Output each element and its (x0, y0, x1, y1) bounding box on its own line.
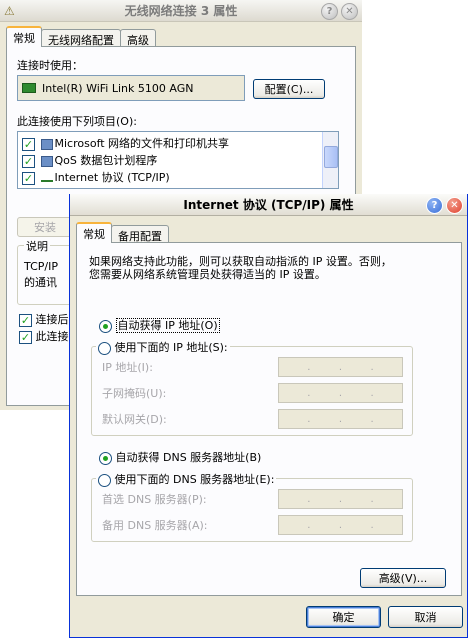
gateway-field[interactable]: ... (278, 409, 403, 429)
show-icon-checkbox-row[interactable]: ✓ 连接后 (19, 311, 69, 327)
radio-manual-dns[interactable] (98, 473, 111, 487)
back-window-title: 无线网络连接 3 属性 (124, 4, 238, 18)
radio-auto-ip-label: 自动获得 IP 地址(O) (115, 318, 220, 333)
radio-manual-dns-label: 使用下面的 DNS 服务器地址(E): (114, 473, 275, 486)
advanced-button[interactable]: 高级(V)... (360, 568, 446, 588)
list-item[interactable]: ✓ Microsoft 网络的文件和打印机共享 (22, 135, 229, 151)
item-label: Microsoft 网络的文件和打印机共享 (54, 137, 230, 150)
ip-address-field[interactable]: ... (278, 357, 403, 377)
radio-auto-ip[interactable] (99, 319, 112, 333)
item-label: QoS 数据包计划程序 (54, 154, 158, 167)
help-icon[interactable]: ? (321, 3, 338, 20)
radio-manual-ip-row[interactable]: 使用下面的 IP 地址(S): (96, 339, 230, 355)
item-checkbox[interactable]: ✓ (22, 154, 35, 168)
tab-general[interactable]: 常规 (6, 26, 42, 47)
adapter-name: Intel(R) WiFi Link 5100 AGN (42, 81, 194, 95)
alternate-dns-field[interactable]: ... (278, 515, 403, 535)
tcpip-properties-window: Internet 协议 (TCP/IP) 属性 ? ✕ 常规 备用配置 如果网络… (69, 194, 468, 638)
description-text-1: TCP/IP (24, 260, 58, 273)
notify-checkbox[interactable]: ✓ (19, 330, 32, 344)
show-icon-checkbox[interactable]: ✓ (19, 313, 32, 327)
list-scrollbar[interactable] (322, 132, 338, 188)
front-tabs: 常规 备用配置 (76, 222, 169, 243)
qos-icon (40, 155, 53, 167)
tab-alternate-config[interactable]: 备用配置 (111, 225, 169, 243)
share-icon (40, 138, 53, 150)
alternate-dns-label: 备用 DNS 服务器(A): (102, 519, 208, 532)
manual-dns-group: 使用下面的 DNS 服务器地址(E): 首选 DNS 服务器(P): ... 备… (91, 471, 413, 542)
list-item[interactable]: ✓ Internet 协议 (TCP/IP) (22, 169, 170, 185)
protocol-icon (40, 174, 53, 182)
intro-line-2: 您需要从网络系统管理员处获得适当的 IP 设置。 (89, 268, 326, 281)
scrollbar-thumb[interactable] (324, 146, 338, 168)
items-label: 此连接使用下列项目(O): (17, 115, 137, 128)
radio-auto-dns[interactable] (99, 451, 112, 465)
manual-ip-group: 使用下面的 IP 地址(S): IP 地址(I): ... 子网掩码(U): .… (91, 339, 413, 436)
install-button[interactable]: 安装 (17, 217, 73, 237)
connect-using-label: 连接时使用： (17, 59, 83, 72)
item-label: Internet 协议 (TCP/IP) (54, 171, 170, 184)
gateway-label: 默认网关(D): (102, 413, 167, 426)
components-list[interactable]: ✓ Microsoft 网络的文件和打印机共享 ✓ QoS 数据包计划程序 ✓ … (17, 131, 339, 189)
close-icon[interactable]: ✕ (341, 3, 358, 20)
preferred-dns-label: 首选 DNS 服务器(P): (102, 493, 207, 506)
network-icon: ⚠ (4, 4, 15, 18)
description-text-2: 的通讯 (24, 276, 57, 289)
subnet-field[interactable]: ... (278, 383, 403, 403)
close-icon[interactable]: ✕ (446, 197, 463, 214)
notify-checkbox-label: 此连接 (35, 330, 69, 343)
item-checkbox[interactable]: ✓ (22, 137, 35, 151)
preferred-dns-field[interactable]: ... (278, 489, 403, 509)
ok-button[interactable]: 确定 (306, 606, 381, 628)
tab-general[interactable]: 常规 (76, 222, 112, 243)
tab-advanced[interactable]: 高级 (120, 29, 156, 47)
front-window-title: Internet 协议 (TCP/IP) 属性 (183, 198, 354, 212)
adapter-box: Intel(R) WiFi Link 5100 AGN (17, 75, 245, 101)
radio-manual-ip[interactable] (98, 341, 111, 355)
radio-manual-ip-label: 使用下面的 IP 地址(S): (114, 341, 228, 354)
radio-auto-ip-row[interactable]: 自动获得 IP 地址(O) (99, 317, 220, 333)
tab-wireless-config[interactable]: 无线网络配置 (41, 29, 121, 47)
help-icon[interactable]: ? (426, 197, 443, 214)
network-adapter-icon (22, 83, 36, 93)
item-checkbox[interactable]: ✓ (22, 171, 35, 185)
description-label: 说明 (24, 238, 50, 254)
show-icon-checkbox-label: 连接后 (35, 313, 69, 326)
radio-manual-dns-row[interactable]: 使用下面的 DNS 服务器地址(E): (96, 471, 277, 487)
ip-address-label: IP 地址(I): (102, 361, 153, 374)
front-window-titlebar[interactable]: Internet 协议 (TCP/IP) 属性 ? ✕ (70, 194, 467, 216)
radio-auto-dns-label: 自动获得 DNS 服务器地址(B) (115, 451, 262, 464)
cancel-button[interactable]: 取消 (388, 606, 463, 628)
front-general-panel: 如果网络支持此功能，则可以获取自动指派的 IP 设置。否则， 您需要从网络系统管… (76, 242, 462, 596)
subnet-label: 子网掩码(U): (102, 387, 167, 400)
list-item[interactable]: ✓ QoS 数据包计划程序 (22, 152, 157, 168)
radio-auto-dns-row[interactable]: 自动获得 DNS 服务器地址(B) (99, 449, 261, 465)
back-window-titlebar[interactable]: ⚠ 无线网络连接 3 属性 ? ✕ (0, 0, 362, 22)
notify-checkbox-row[interactable]: ✓ 此连接 (19, 328, 69, 344)
configure-button[interactable]: 配置(C)... (253, 79, 325, 99)
back-tabs: 常规 无线网络配置 高级 (6, 26, 156, 47)
